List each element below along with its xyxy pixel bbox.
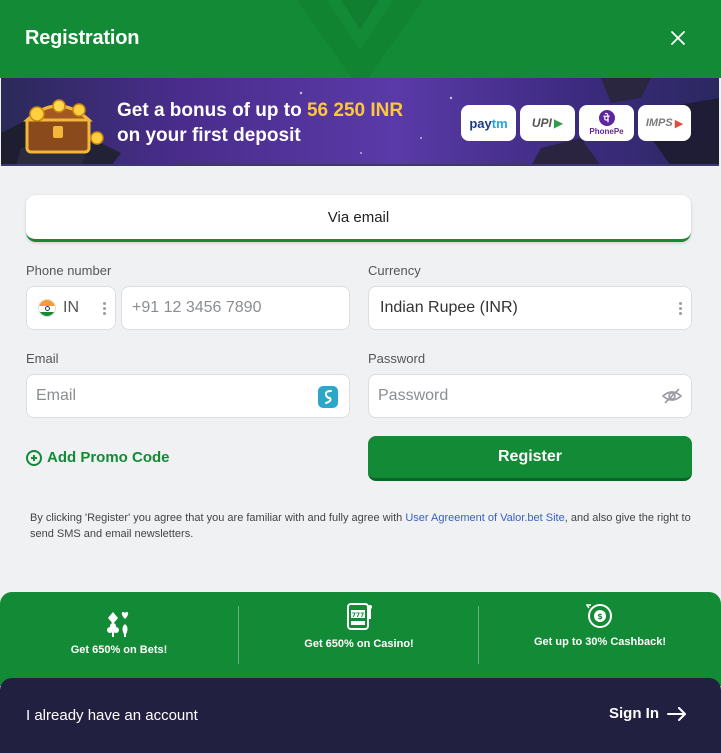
bonus-line2: on your first deposit — [117, 125, 301, 146]
svg-text:$: $ — [597, 612, 603, 621]
password-placeholder: Password — [378, 387, 449, 404]
features-bar: Get 650% on Bets! 777 Get 650% on Casino… — [0, 592, 721, 686]
india-flag-icon — [38, 299, 56, 317]
upi-label: UPI — [531, 116, 552, 130]
autofill-icon[interactable] — [317, 385, 339, 409]
cashback-icon: $ — [586, 604, 612, 628]
feature-bets-text: Get 650% on Bets! — [70, 644, 168, 656]
paytm-logo: pay tm — [461, 105, 516, 141]
phonepe-icon: पे — [598, 110, 615, 126]
feature-cashback-text: Get up to 30% Cashback! — [533, 636, 667, 648]
bonus-line1-prefix: Get a bonus of up to — [117, 100, 307, 121]
svg-text:777: 777 — [352, 612, 365, 619]
phone-placeholder: +91 12 3456 7890 — [132, 299, 262, 316]
phone-input[interactable]: +91 12 3456 7890 — [121, 286, 350, 330]
paytm-label-a: pay — [469, 115, 492, 131]
feature-casino: 777 Get 650% on Casino! — [240, 592, 478, 686]
imps-label: IMPS — [645, 117, 673, 129]
feature-divider — [478, 606, 479, 664]
more-vertical-icon — [103, 302, 106, 315]
sign-in-link[interactable]: Sign In — [609, 705, 687, 722]
email-placeholder: Email — [36, 387, 77, 404]
paytm-label-b: tm — [491, 115, 508, 131]
feature-bets: Get 650% on Bets! — [0, 592, 238, 686]
imps-logo: IMPS ▶ — [638, 105, 691, 141]
eye-off-icon[interactable] — [661, 387, 683, 405]
phonepe-logo: पे PhonePe — [579, 105, 634, 141]
footer-bar: I already have an account Sign In — [0, 678, 721, 753]
bonus-banner[interactable]: Get a bonus of up to 56 250 INR on your … — [1, 78, 719, 166]
phonepe-label: PhonePe — [589, 127, 624, 136]
registration-modal: Registration Get a bonus of up to 56 250… — [0, 0, 721, 753]
password-label: Password — [368, 351, 426, 366]
user-agreement-link[interactable]: User Agreement of Valor.bet Site — [405, 512, 564, 524]
country-code-select[interactable]: IN — [26, 286, 116, 330]
currency-value: Indian Rupee (INR) — [380, 299, 518, 316]
arrow-right-icon — [667, 706, 686, 721]
already-have-account-text: I already have an account — [26, 707, 198, 724]
feature-divider — [238, 606, 239, 664]
slot-machine-icon: 777 — [347, 603, 372, 630]
upi-logo: UPI ▶ — [520, 105, 575, 141]
modal-title: Registration — [25, 27, 140, 49]
email-input[interactable]: Email — [26, 374, 350, 418]
feature-casino-text: Get 650% on Casino! — [304, 638, 414, 650]
country-code-value: IN — [63, 299, 79, 316]
tab-via-email[interactable]: Via email — [26, 195, 691, 242]
cards-icon — [107, 611, 129, 637]
phone-number-label: Phone number — [26, 263, 112, 278]
register-button[interactable]: Register — [368, 436, 692, 481]
sign-in-label: Sign In — [609, 705, 659, 722]
feature-cashback: $ Get up to 30% Cashback! — [481, 592, 719, 686]
modal-header: Registration — [0, 0, 721, 78]
add-promo-code-link[interactable]: Add Promo Code — [26, 449, 170, 466]
terms-text: By clicking 'Register' you agree that yo… — [30, 510, 695, 542]
plus-circle-icon — [26, 449, 42, 466]
close-icon[interactable] — [666, 26, 690, 50]
currency-label: Currency — [368, 263, 421, 278]
email-label: Email — [26, 351, 59, 366]
bonus-amount: 56 250 INR — [306, 100, 404, 121]
terms-before: By clicking 'Register' you agree that yo… — [30, 512, 406, 524]
promo-code-label: Add Promo Code — [47, 449, 170, 466]
bonus-text: Get a bonus of up to 56 250 INR on your … — [117, 98, 403, 148]
password-input[interactable]: Password — [368, 374, 692, 418]
currency-select[interactable]: Indian Rupee (INR) — [368, 286, 692, 330]
brand-emblem-icon — [297, 0, 423, 78]
more-vertical-icon — [679, 302, 682, 315]
treasure-chest-icon — [23, 99, 104, 154]
